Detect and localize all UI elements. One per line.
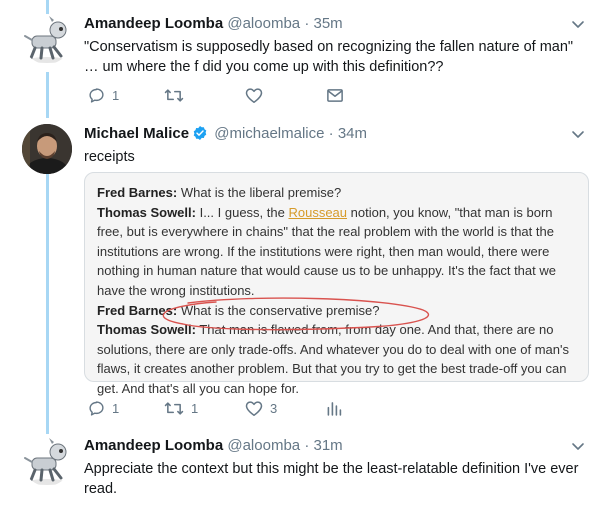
retweet-icon bbox=[164, 89, 184, 102]
verified-badge-icon bbox=[193, 126, 207, 140]
separator-dot: · bbox=[304, 437, 310, 454]
retweet-icon bbox=[164, 402, 184, 415]
tweet-text: Appreciate the context but this might be… bbox=[84, 461, 579, 497]
author-handle[interactable]: @aloomba bbox=[227, 15, 300, 32]
tweet-time[interactable]: 34m bbox=[338, 125, 367, 142]
tweet-header: Amandeep Loomba @aloomba · 31m bbox=[84, 436, 586, 456]
rousseau-link[interactable]: Rousseau bbox=[288, 205, 347, 220]
analytics-icon bbox=[327, 402, 342, 416]
reply-count: 1 bbox=[112, 401, 120, 416]
transcript-line: Thomas Sowell: I... I guess, the Roussea… bbox=[97, 203, 576, 301]
avatar[interactable] bbox=[22, 124, 72, 174]
tweet-time[interactable]: 35m bbox=[313, 15, 342, 32]
retweet-button[interactable] bbox=[164, 87, 191, 104]
speaker-label: Fred Barnes: bbox=[97, 185, 178, 200]
separator-dot: · bbox=[328, 125, 334, 142]
like-icon bbox=[245, 401, 263, 416]
message-button[interactable] bbox=[326, 87, 344, 104]
transcript-line: Thomas Sowell: That man is flawed from, … bbox=[97, 320, 576, 398]
speech-text: What is the conservative premise? bbox=[177, 302, 380, 318]
like-button[interactable] bbox=[245, 87, 270, 104]
transcript-line: Fred Barnes: What is the conservative pr… bbox=[97, 301, 576, 321]
tweet-actions: 1 1 3 bbox=[84, 400, 384, 420]
reply-icon bbox=[89, 401, 104, 416]
tweet-text: receipts bbox=[84, 149, 135, 165]
tweet-actions: 1 bbox=[84, 87, 384, 107]
speaker-label: Thomas Sowell: bbox=[97, 322, 196, 338]
reply-button[interactable]: 1 bbox=[88, 87, 119, 104]
reply-icon bbox=[89, 88, 104, 103]
chevron-down-icon[interactable] bbox=[570, 16, 586, 32]
author-name[interactable]: Michael Malice bbox=[84, 125, 189, 142]
analytics-button[interactable] bbox=[326, 400, 342, 417]
message-icon bbox=[327, 89, 343, 102]
chevron-down-icon[interactable] bbox=[570, 126, 586, 142]
tweet-3[interactable]: Amandeep Loomba @aloomba · 31m Appreciat… bbox=[0, 432, 606, 506]
speaker-label: Fred Barnes: bbox=[97, 302, 178, 318]
profile-photo-icon bbox=[22, 124, 72, 174]
circled-quote: That man is flawed from, from day one. bbox=[195, 322, 425, 338]
tweet-header: Michael Malice @michaelmalice · 34m bbox=[84, 124, 586, 144]
like-button[interactable]: 3 bbox=[245, 400, 277, 417]
chevron-down-icon[interactable] bbox=[570, 438, 586, 454]
tweet-header: Amandeep Loomba @aloomba · 35m bbox=[84, 14, 586, 34]
author-handle[interactable]: @aloomba bbox=[227, 437, 300, 454]
separator-dot: · bbox=[304, 15, 310, 32]
robot-dog-avatar-icon bbox=[24, 438, 67, 485]
transcript-image[interactable]: Fred Barnes: What is the liberal premise… bbox=[84, 172, 589, 396]
reply-button[interactable]: 1 bbox=[88, 400, 119, 417]
tweet-text: "Conservatism is supposedly based on rec… bbox=[84, 39, 574, 75]
speaker-label: Thomas Sowell: bbox=[97, 204, 196, 220]
avatar[interactable] bbox=[22, 436, 72, 486]
transcript-line: Fred Barnes: What is the liberal premise… bbox=[97, 183, 576, 203]
author-name[interactable]: Amandeep Loomba bbox=[84, 15, 223, 32]
speech-text: What is the liberal premise? bbox=[177, 185, 342, 200]
speech-text: I... I guess, the bbox=[195, 204, 289, 220]
author-name[interactable]: Amandeep Loomba bbox=[84, 437, 223, 454]
author-handle[interactable]: @michaelmalice bbox=[214, 125, 324, 142]
avatar[interactable] bbox=[22, 14, 72, 64]
reply-count: 1 bbox=[112, 88, 120, 103]
robot-dog-avatar-icon bbox=[24, 16, 67, 63]
retweet-button[interactable]: 1 bbox=[164, 400, 198, 417]
like-count: 3 bbox=[270, 401, 278, 416]
like-icon bbox=[245, 88, 263, 103]
tweet-time[interactable]: 31m bbox=[313, 437, 342, 454]
retweet-count: 1 bbox=[191, 401, 199, 416]
